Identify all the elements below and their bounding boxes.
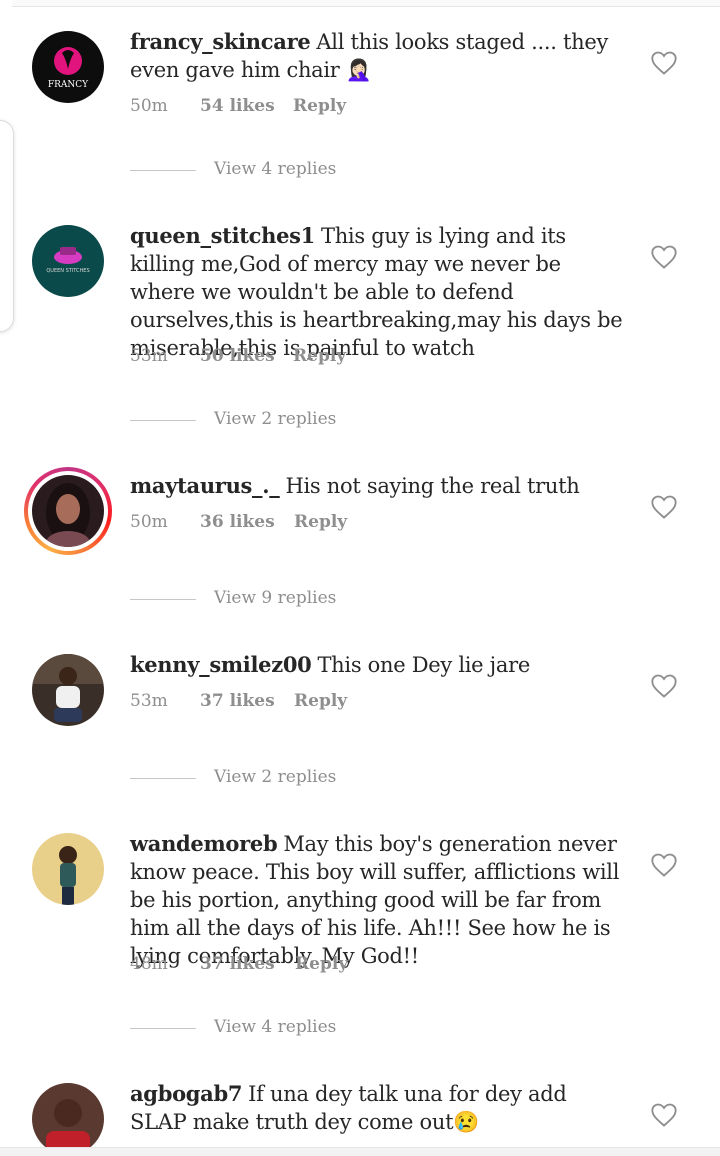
comment-username[interactable]: wandemoreb [130, 831, 278, 856]
view-replies-line [130, 778, 196, 779]
comment-username[interactable]: agbogab7 [130, 1081, 242, 1106]
comment-text: maytaurus_._ His not saying the real trut… [130, 472, 625, 500]
story-ring[interactable] [24, 467, 112, 555]
comment-time: 53m [130, 346, 168, 366]
svg-text:QUEEN STITCHES: QUEEN STITCHES [46, 268, 89, 274]
likes-count[interactable]: 37 likes [200, 691, 275, 711]
comment-username[interactable]: queen_stitches1 [130, 223, 315, 248]
avatar[interactable]: FRANCY [32, 31, 104, 103]
comment-text: kenny_smilez00 This one Dey lie jare [130, 651, 625, 679]
view-replies-label: View 4 replies [214, 1017, 337, 1037]
heart-icon[interactable] [650, 1101, 678, 1129]
comment-username[interactable]: francy_skincare [130, 29, 311, 54]
view-replies-label: View 2 replies [214, 767, 337, 787]
comment-text: agbogab7 If una dey talk una for dey add … [130, 1080, 625, 1136]
comment-username[interactable]: kenny_smilez00 [130, 652, 312, 677]
comment-text: wandemoreb May this boy's generation neve… [130, 830, 625, 970]
comment-time: 48m [130, 954, 168, 974]
view-replies-label: View 9 replies [214, 588, 337, 608]
avatar[interactable] [32, 1083, 104, 1155]
side-panel-edge [0, 120, 14, 332]
comment-body: This one Dey lie jare [317, 653, 530, 677]
likes-count[interactable]: 50 likes [200, 346, 275, 366]
view-replies-line [130, 599, 196, 600]
avatar[interactable]: QUEEN STITCHES [32, 225, 104, 297]
comment-time: 50m [130, 512, 168, 532]
comment-time: 50m [130, 96, 168, 116]
avatar[interactable] [32, 833, 104, 905]
comment-username[interactable]: maytaurus_._ [130, 473, 280, 498]
svg-text:FRANCY: FRANCY [48, 80, 89, 90]
view-replies-line [130, 170, 196, 171]
comment-body: His not saying the real truth [285, 474, 580, 498]
reply-button[interactable]: Reply [294, 512, 347, 532]
heart-icon[interactable] [650, 49, 678, 77]
view-replies-line [130, 420, 196, 421]
likes-count[interactable]: 54 likes [200, 96, 275, 116]
comment-text: francy_skincare All this looks staged ...… [130, 28, 625, 84]
heart-icon[interactable] [650, 243, 678, 271]
top-divider [12, 0, 720, 7]
comment-text: queen_stitches1 This guy is lying and its… [130, 222, 625, 362]
heart-icon[interactable] [650, 851, 678, 879]
reply-button[interactable]: Reply [294, 691, 347, 711]
comment-time: 53m [130, 691, 168, 711]
avatar[interactable] [32, 654, 104, 726]
heart-icon[interactable] [650, 493, 678, 521]
reply-button[interactable]: Reply [293, 346, 346, 366]
view-replies-line [130, 1028, 196, 1029]
avatar [32, 475, 104, 547]
likes-count[interactable]: 37 likes [200, 954, 275, 974]
likes-count[interactable]: 36 likes [200, 512, 275, 532]
view-replies-label: View 2 replies [214, 409, 337, 429]
reply-button[interactable]: Reply [295, 954, 348, 974]
reply-button[interactable]: Reply [293, 96, 346, 116]
heart-icon[interactable] [650, 672, 678, 700]
view-replies-label: View 4 replies [214, 159, 337, 179]
